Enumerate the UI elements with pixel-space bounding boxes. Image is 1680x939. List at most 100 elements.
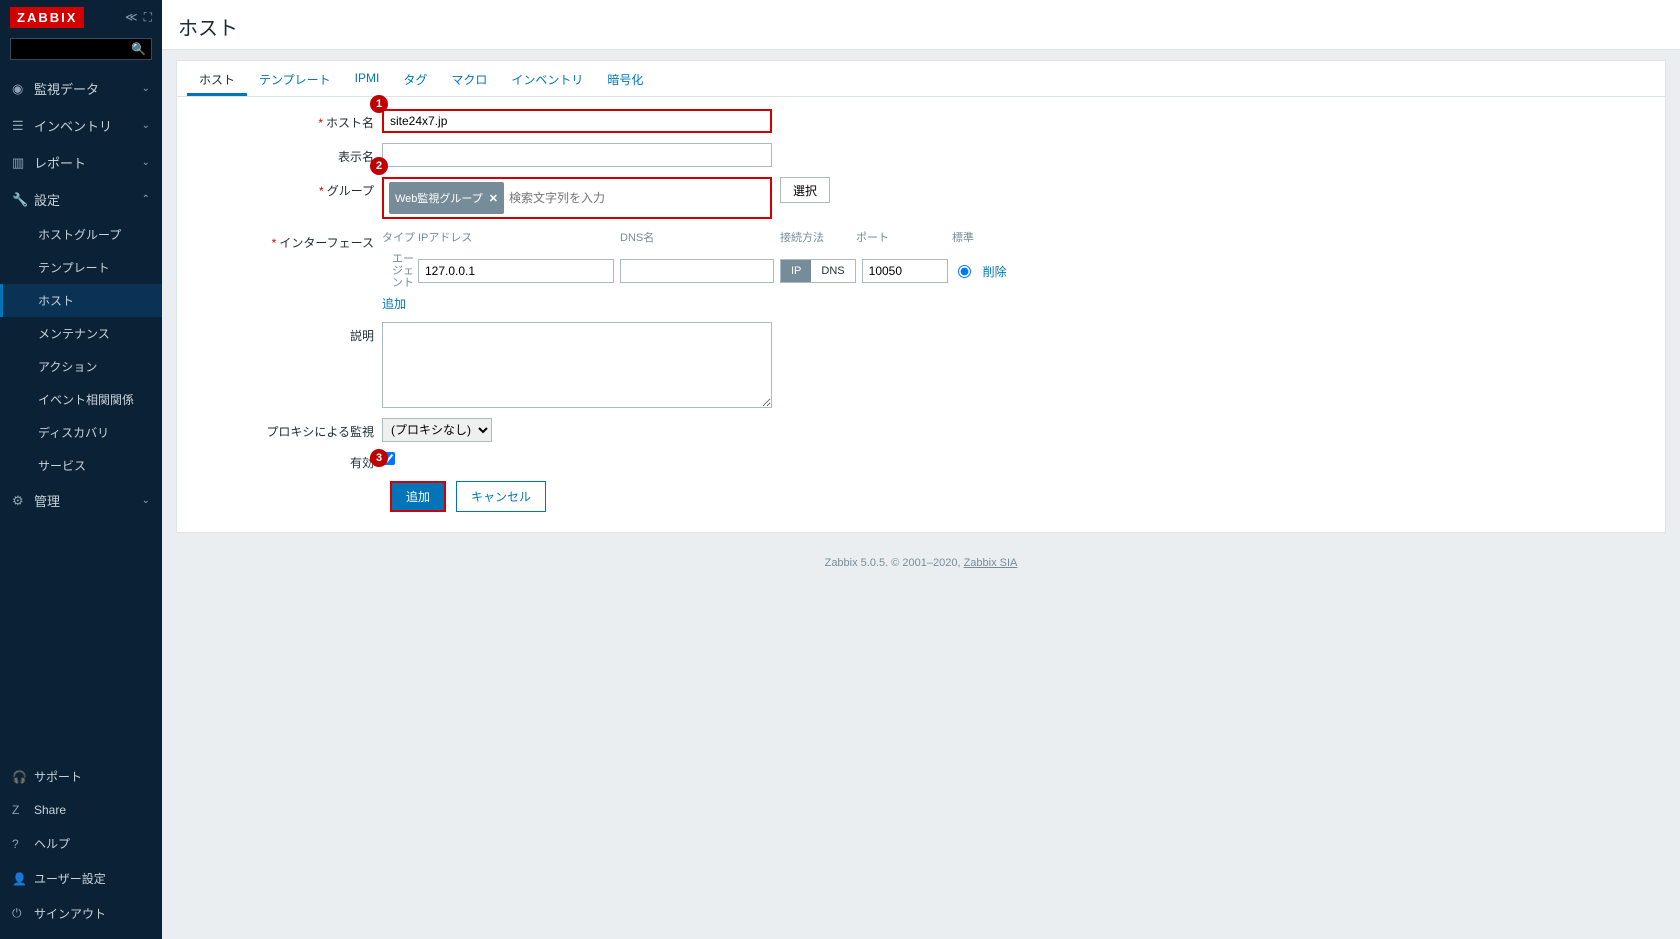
- label-hostname: *ホスト名: [187, 109, 382, 131]
- label-displayname: 表示名: [187, 143, 382, 165]
- conn-ip-button[interactable]: IP: [781, 260, 811, 282]
- sidebar-bottom: 🎧 サポート Z Share ? ヘルプ 👤 ユーザー設定 ⏻ サインアウト: [0, 759, 162, 931]
- sidebar-item-signout[interactable]: ⏻ サインアウト: [0, 896, 162, 931]
- row-proxy: プロキシによる監視 (プロキシなし): [187, 418, 1655, 442]
- chevron-up-icon: ⌃: [142, 194, 150, 205]
- sidebar-sub-hosts[interactable]: ホスト: [0, 284, 162, 317]
- col-conn: 接続方法: [780, 229, 850, 245]
- wrench-icon: 🔧: [12, 192, 34, 208]
- sidebar-item-reports[interactable]: ▥ レポート ⌄: [0, 144, 162, 181]
- main: ホスト ホスト テンプレート IPMI タグ マクロ インベントリ 暗号化 1 …: [162, 0, 1680, 939]
- sidebar-item-user-settings[interactable]: 👤 ユーザー設定: [0, 861, 162, 896]
- sidebar-item-monitoring[interactable]: ◉ 監視データ ⌄: [0, 70, 162, 107]
- port-input[interactable]: [862, 259, 948, 283]
- user-icon: 👤: [12, 872, 34, 886]
- sidebar-sub-discovery[interactable]: ディスカバリ: [0, 416, 162, 449]
- tab-tags[interactable]: タグ: [391, 61, 439, 96]
- label-description: 説明: [187, 322, 382, 344]
- sidebar-sub-services[interactable]: サービス: [0, 449, 162, 482]
- submit-button[interactable]: 追加: [390, 481, 446, 512]
- ip-input[interactable]: [418, 259, 614, 283]
- page-title: ホスト: [178, 12, 1664, 41]
- sidebar-sub-maintenance[interactable]: メンテナンス: [0, 317, 162, 350]
- row-displayname: 表示名: [187, 143, 1655, 167]
- headset-icon: 🎧: [12, 770, 34, 784]
- label-proxy: プロキシによる監視: [187, 418, 382, 440]
- row-interface-header: *インターフェース タイプ IPアドレス DNS名 接続方法 ポート 標準: [187, 229, 1655, 251]
- group-tag[interactable]: Web監視グループ ✕: [389, 182, 504, 214]
- sidebar-item-share[interactable]: Z Share: [0, 794, 162, 826]
- content-panel: ホスト テンプレート IPMI タグ マクロ インベントリ 暗号化 1 2 3 …: [176, 60, 1666, 533]
- proxy-select[interactable]: (プロキシなし): [382, 418, 492, 442]
- agent-type-label: エージェント: [382, 253, 418, 289]
- gear-icon: ⚙: [12, 493, 34, 509]
- sidebar-sub-hostgroups[interactable]: ホストグループ: [0, 218, 162, 251]
- footer: Zabbix 5.0.5. © 2001–2020, Zabbix SIA: [162, 547, 1680, 585]
- logo: ZABBIX: [10, 7, 84, 28]
- form-area: 1 2 3 *ホスト名 表示名: [177, 97, 1665, 532]
- group-search-input[interactable]: [507, 182, 765, 214]
- label-group: *グループ: [187, 177, 382, 199]
- col-std: 標準: [952, 229, 982, 245]
- default-interface-radio[interactable]: [958, 265, 971, 278]
- chevron-down-icon: ⌄: [142, 157, 150, 168]
- row-description: 説明: [187, 322, 1655, 408]
- bar-icon: ▥: [12, 155, 34, 171]
- button-row: 追加 キャンセル: [390, 481, 1655, 512]
- tabs: ホスト テンプレート IPMI タグ マクロ インベントリ 暗号化: [177, 61, 1665, 97]
- collapse-icon[interactable]: ≪: [125, 10, 138, 25]
- connection-toggle: IP DNS: [780, 259, 856, 283]
- sidebar-sub-actions[interactable]: アクション: [0, 350, 162, 383]
- help-icon: ?: [12, 837, 34, 851]
- page-header: ホスト: [162, 0, 1680, 50]
- enabled-checkbox[interactable]: [382, 452, 395, 465]
- col-ip: IPアドレス: [418, 229, 614, 245]
- row-hostname: *ホスト名: [187, 109, 1655, 133]
- tab-ipmi[interactable]: IPMI: [343, 61, 392, 96]
- sidebar-item-help[interactable]: ? ヘルプ: [0, 826, 162, 861]
- sidebar-item-support[interactable]: 🎧 サポート: [0, 759, 162, 794]
- sidebar-item-administration[interactable]: ⚙ 管理 ⌄: [0, 482, 162, 519]
- tab-encryption[interactable]: 暗号化: [595, 61, 655, 96]
- sidebar: ZABBIX ≪ ⛶ 🔍 ◉ 監視データ ⌄ ☰ インベントリ ⌄ ▥ レポート…: [0, 0, 162, 939]
- add-interface-link[interactable]: 追加: [382, 295, 406, 312]
- col-type: タイプ: [382, 229, 418, 245]
- row-enabled: 有効: [187, 452, 1655, 471]
- group-select-button[interactable]: 選択: [780, 177, 830, 203]
- config-submenu: ホストグループ テンプレート ホスト メンテナンス アクション イベント相関関係…: [0, 218, 162, 482]
- tab-host[interactable]: ホスト: [187, 61, 247, 96]
- tab-inventory[interactable]: インベントリ: [499, 61, 595, 96]
- sidebar-search: 🔍: [10, 38, 152, 60]
- group-multiselect[interactable]: Web監視グループ ✕: [382, 177, 772, 219]
- chevron-down-icon: ⌄: [142, 495, 150, 506]
- power-icon: ⏻: [12, 906, 34, 921]
- col-port: ポート: [856, 229, 942, 245]
- eye-icon: ◉: [12, 81, 34, 97]
- tab-macros[interactable]: マクロ: [439, 61, 499, 96]
- sidebar-sub-correlation[interactable]: イベント相関関係: [0, 383, 162, 416]
- row-group: *グループ Web監視グループ ✕ 選択: [187, 177, 1655, 219]
- expand-icon[interactable]: ⛶: [144, 10, 152, 25]
- nav-section: ◉ 監視データ ⌄ ☰ インベントリ ⌄ ▥ レポート ⌄ 🔧 設定 ⌃ ホスト…: [0, 70, 162, 519]
- sidebar-item-configuration[interactable]: 🔧 設定 ⌃: [0, 181, 162, 218]
- dns-input[interactable]: [620, 259, 774, 283]
- tab-templates[interactable]: テンプレート: [247, 61, 343, 96]
- search-icon[interactable]: 🔍: [131, 42, 146, 56]
- remove-tag-icon[interactable]: ✕: [489, 192, 498, 205]
- share-icon: Z: [12, 803, 34, 817]
- row-interface-agent: エージェント IP DNS 削除 追加: [187, 253, 1655, 312]
- label-interface: *インターフェース: [187, 229, 382, 251]
- footer-link[interactable]: Zabbix SIA: [964, 557, 1018, 569]
- conn-dns-button[interactable]: DNS: [811, 260, 854, 282]
- list-icon: ☰: [12, 118, 34, 134]
- displayname-input[interactable]: [382, 143, 772, 167]
- cancel-button[interactable]: キャンセル: [456, 481, 546, 512]
- logo-row: ZABBIX ≪ ⛶: [0, 0, 162, 33]
- sidebar-sub-templates[interactable]: テンプレート: [0, 251, 162, 284]
- hostname-input[interactable]: [382, 109, 772, 133]
- label-enabled: 有効: [187, 452, 382, 471]
- col-dns: DNS名: [620, 229, 774, 245]
- delete-interface-link[interactable]: 削除: [983, 263, 1007, 280]
- description-textarea[interactable]: [382, 322, 772, 408]
- sidebar-item-inventory[interactable]: ☰ インベントリ ⌄: [0, 107, 162, 144]
